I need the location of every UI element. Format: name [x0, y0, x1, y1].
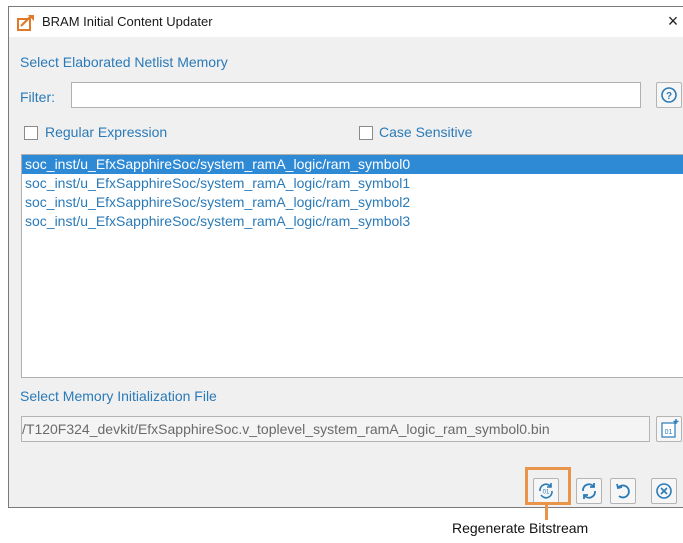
bram-updater-icon [17, 14, 37, 32]
list-item[interactable]: soc_inst/u_EfxSapphireSoc/system_ramA_lo… [22, 155, 683, 174]
list-item[interactable]: soc_inst/u_EfxSapphireSoc/system_ramA_lo… [22, 212, 683, 231]
dialog-window: BRAM Initial Content Updater × Select El… [8, 6, 683, 508]
regex-checkbox[interactable] [24, 126, 38, 140]
memory-file-path-field[interactable]: /T120F324_devkit/EfxSapphireSoc.v_toplev… [21, 416, 650, 442]
binary-file-add-icon: 01 [657, 417, 681, 441]
case-sensitive-label: Case Sensitive [379, 124, 473, 140]
regex-label: Regular Expression [45, 124, 168, 140]
netlist-section-label: Select Elaborated Netlist Memory [20, 54, 228, 70]
callout-label: Regenerate Bitstream [452, 520, 589, 536]
svg-text:?: ? [666, 91, 672, 102]
refresh-button[interactable] [576, 478, 602, 504]
list-item[interactable]: soc_inst/u_EfxSapphireSoc/system_ramA_lo… [22, 174, 683, 193]
title-bar: BRAM Initial Content Updater × [9, 7, 683, 37]
cancel-button[interactable] [651, 478, 677, 504]
memory-file-section-label: Select Memory Initialization File [20, 388, 217, 404]
help-circle-icon: ? [657, 83, 681, 107]
filter-label: Filter: [20, 89, 55, 105]
memory-listbox[interactable]: soc_inst/u_EfxSapphireSoc/system_ramA_lo… [21, 154, 683, 378]
undo-button[interactable] [610, 478, 636, 504]
callout-line [545, 505, 548, 520]
filter-input[interactable] [71, 82, 641, 108]
list-item[interactable]: soc_inst/u_EfxSapphireSoc/system_ramA_lo… [22, 193, 683, 212]
page: BRAM Initial Content Updater × Select El… [0, 0, 683, 543]
svg-text:01: 01 [665, 429, 673, 436]
undo-icon [611, 479, 635, 503]
refresh-icon [577, 479, 601, 503]
help-button[interactable]: ? [656, 82, 682, 108]
window-title: BRAM Initial Content Updater [42, 14, 213, 29]
close-icon[interactable]: × [663, 9, 683, 33]
browse-file-button[interactable]: 01 [656, 416, 682, 442]
case-sensitive-checkbox[interactable] [359, 126, 373, 140]
regenerate-highlight-box [525, 467, 571, 505]
cancel-circle-icon [652, 479, 676, 503]
